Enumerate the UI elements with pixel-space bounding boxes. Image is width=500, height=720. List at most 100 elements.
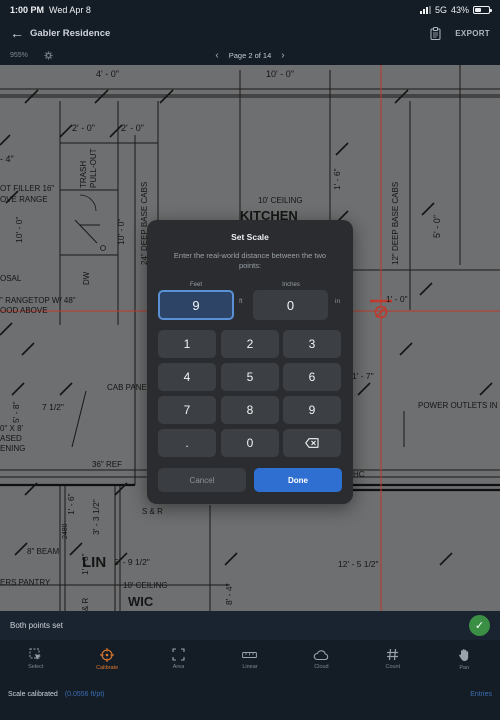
set-scale-dialog: Set Scale Enter the real-world distance …: [147, 220, 353, 504]
key-5[interactable]: 5: [221, 363, 279, 391]
tool-select[interactable]: Select: [0, 640, 71, 678]
footer-bar: Scale calibrated (0.0556 ft/pt) Entries: [0, 678, 500, 720]
tool-label: Area: [172, 664, 185, 670]
key-8[interactable]: 8: [221, 396, 279, 424]
cloud-icon: [314, 649, 329, 660]
inches-field[interactable]: 0: [253, 290, 328, 320]
back-arrow-icon[interactable]: ←: [10, 25, 28, 41]
inches-unit: in: [335, 298, 341, 305]
export-button[interactable]: EXPORT: [455, 29, 490, 38]
status-date: Wed Apr 8: [49, 5, 91, 15]
status-indicators: 5G 43%: [419, 5, 492, 15]
drawing-label: 36" REF: [92, 460, 122, 469]
hand-icon: [459, 648, 469, 661]
key-1[interactable]: 1: [158, 330, 216, 358]
key-0[interactable]: 0: [221, 429, 279, 457]
drawing-label: 10' CEILING: [258, 196, 303, 205]
battery-percent: 43%: [450, 5, 469, 15]
calibration-status: Scale calibrated: [8, 690, 58, 698]
status-time: 1:00 PM: [10, 5, 45, 15]
drawing-label: 2' - 0": [121, 123, 144, 133]
cancel-button[interactable]: Cancel: [158, 468, 246, 492]
battery-level: [475, 8, 481, 12]
tool-linear[interactable]: Linear: [214, 640, 285, 678]
drawing-label: 2' - 0": [72, 123, 95, 133]
drawing-label: 5' - 8": [11, 401, 21, 423]
drawing-label: 1' - 6": [80, 553, 90, 575]
checkmark-icon: ✓: [474, 620, 485, 632]
ruler-icon: [242, 651, 258, 658]
battery-icon: [473, 6, 492, 14]
tool-pan[interactable]: Pan: [429, 640, 500, 678]
entries-link[interactable]: Entries: [470, 691, 492, 698]
tool-count[interactable]: Count: [357, 640, 428, 678]
drawing-label: DW: [82, 271, 91, 285]
drawing-label: 2480: [62, 523, 69, 539]
key-2[interactable]: 2: [221, 330, 279, 358]
key-6[interactable]: 6: [283, 363, 341, 391]
tool-label: Select: [28, 664, 44, 670]
drawing-label: 1' - 7": [352, 371, 374, 381]
page-indicator: Page 2 of 14: [228, 51, 272, 60]
drawing-label: PULL-OUT: [89, 148, 98, 188]
key-9[interactable]: 9: [283, 396, 341, 424]
drawing-label: " RANGETOP W/ 48": [0, 296, 76, 305]
drawing-label: 1' - 6": [66, 493, 76, 515]
drawing-label: OSAL: [0, 274, 22, 283]
drawing-label: OT FILLER 16": [0, 184, 54, 193]
page-title: Gabler Residence: [30, 27, 111, 39]
gear-icon[interactable]: [44, 51, 53, 60]
drawing-label: 12" DEEP BASE CABS: [391, 182, 400, 265]
app-header: ← Gabler Residence EXPORT: [0, 20, 500, 46]
confirm-check-button[interactable]: ✓: [469, 615, 490, 636]
page-pager: ‹ Page 2 of 14 ›: [215, 50, 284, 61]
dialog-title: Set Scale: [231, 232, 269, 242]
drawing-label: 10' - 0": [266, 69, 294, 79]
key-4[interactable]: 4: [158, 363, 216, 391]
drawing-label: 3' - 3 1/2": [91, 499, 101, 535]
crosshair-icon: [100, 647, 115, 662]
tool-cloud[interactable]: Cloud: [286, 640, 357, 678]
drawing-label: & R: [81, 597, 90, 611]
drawing-label: 4' - 0": [96, 69, 119, 79]
zoom-level: 955%: [10, 52, 28, 59]
drawing-label: 0" X 8': [0, 424, 24, 433]
prev-page-icon[interactable]: ‹: [215, 50, 218, 61]
feet-field[interactable]: 9: [158, 290, 234, 320]
area-icon: [172, 648, 185, 661]
drawing-label: ASED: [0, 434, 22, 443]
scale-value: (0.0556 ft/pt): [64, 690, 105, 698]
hash-icon: [387, 648, 399, 661]
status-time-date: 1:00 PM Wed Apr 8: [10, 5, 91, 15]
key-decimal[interactable]: .: [158, 429, 216, 457]
drawing-label: 10' - 0": [116, 219, 126, 245]
signal-icon: [419, 6, 431, 14]
tool-area[interactable]: Area: [143, 640, 214, 678]
drawing-label: 5' - 0": [432, 215, 442, 238]
select-icon: [29, 648, 42, 660]
drawing-label: TRASH: [79, 161, 88, 188]
dialog-instruction: Enter the real-world distance between th…: [173, 251, 327, 270]
network-label: 5G: [434, 5, 447, 15]
drawing-label: OOD ABOVE: [0, 306, 48, 315]
tool-label: Cloud: [314, 663, 329, 670]
tool-calibrate[interactable]: Calibrate: [71, 640, 142, 678]
drawing-label: HC: [353, 470, 365, 479]
drawing-label: 10' - 0": [14, 217, 24, 243]
key-3[interactable]: 3: [283, 330, 341, 358]
status-banner: Both points set ✓: [0, 611, 500, 640]
drawing-label: ERS PANTRY: [0, 578, 51, 587]
key-7[interactable]: 7: [158, 396, 216, 424]
drawing-label: 7 1/2": [42, 402, 64, 412]
drawing-label: 8" BEAM: [27, 547, 60, 556]
backspace-key[interactable]: [283, 429, 341, 457]
tool-bar: Select Calibrate Area Linear Cloud Count…: [0, 640, 500, 678]
clipboard-icon[interactable]: [430, 26, 441, 40]
banner-text: Both points set: [10, 621, 63, 630]
tool-label: Pan: [459, 664, 470, 671]
done-button[interactable]: Done: [254, 468, 342, 492]
drawing-label: - 4": [0, 154, 14, 164]
drawing-label: 12' - 5 1/2": [338, 559, 379, 569]
feet-label: Feet: [189, 282, 202, 288]
next-page-icon[interactable]: ›: [281, 50, 284, 61]
